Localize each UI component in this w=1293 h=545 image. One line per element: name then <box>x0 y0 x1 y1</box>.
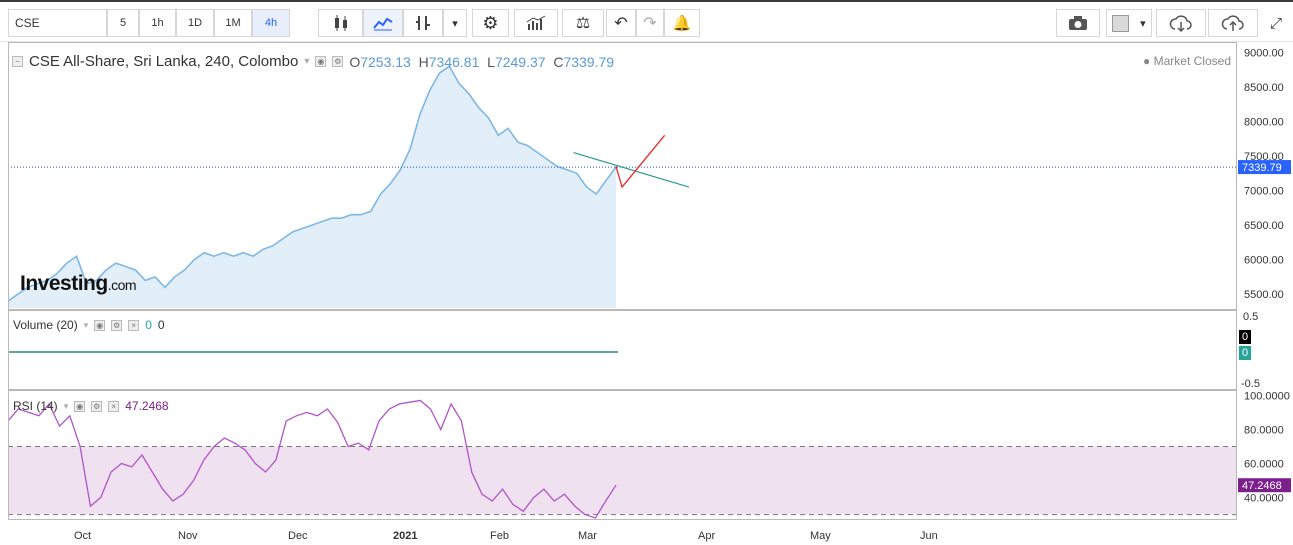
price-axis-label: 7000.00 <box>1244 186 1284 198</box>
volume-value-2: 0 <box>157 318 165 332</box>
volume-badge-b: 0 <box>1239 346 1252 360</box>
trendline-red <box>615 134 666 189</box>
close-icon[interactable]: × <box>128 319 140 331</box>
x-axis-label: Nov <box>178 530 198 542</box>
chevron-down-icon[interactable]: ▾ <box>304 56 309 67</box>
redo-icon[interactable]: ↷ <box>636 9 664 37</box>
x-axis-label: May <box>810 530 831 542</box>
undo-icon[interactable]: ↶ <box>606 9 636 37</box>
trendline-green <box>573 151 690 188</box>
cloud-upload-icon[interactable] <box>1208 9 1258 37</box>
bar-indicators-icon[interactable] <box>514 9 558 37</box>
price-axis-label: 6500.00 <box>1244 220 1284 232</box>
settings-icon[interactable]: ⚙ <box>472 9 509 37</box>
ohlc-values: O7253.13 H7346.81 L7249.37 C7339.79 <box>349 53 615 70</box>
visibility-icon[interactable]: ◉ <box>315 56 327 67</box>
x-axis-label: Oct <box>74 530 91 542</box>
volume-axis-label: -0.5 <box>1241 378 1260 390</box>
area-chart-icon[interactable] <box>363 9 403 37</box>
close-icon[interactable]: × <box>108 400 120 412</box>
chart-container[interactable]: 9000.00 8500.00 8000.00 7500.00 7000.00 6500.… <box>8 42 1293 545</box>
collapse-icon[interactable]: − <box>12 56 23 67</box>
volume-legend: Volume (20) ▾ ◉ ⚙ × 0 0 <box>13 318 165 332</box>
rsi-badge-text: 47.2468 <box>1242 480 1282 492</box>
rsi-axis-label: 80.0000 <box>1244 424 1284 436</box>
chart-canvas[interactable]: 9000.008500.008000.007500.007000.006500.… <box>8 42 1293 545</box>
price-axis-label: 9000.00 <box>1244 47 1284 59</box>
camera-icon[interactable] <box>1056 9 1100 37</box>
color-swatch-icon[interactable]: ▾ <box>1106 9 1152 37</box>
chevron-down-icon[interactable]: ▾ <box>84 320 89 331</box>
volume-badge-a: 0 <box>1239 330 1252 344</box>
volume-axis-label: 0.5 <box>1243 311 1259 323</box>
timeframe-4h-button[interactable]: 4h <box>252 9 290 37</box>
alert-icon[interactable]: 🔔 <box>664 9 700 37</box>
price-legend: − CSE All-Share, Sri Lanka, 240, Colombo… <box>12 53 614 70</box>
chevron-down-icon[interactable]: ▾ <box>64 401 69 412</box>
x-axis-label: 2021 <box>393 530 417 542</box>
rsi-legend: RSI (14) ▾ ◉ ⚙ × 47.2468 <box>13 399 169 413</box>
market-status: ● Market Closed <box>1143 54 1231 68</box>
visibility-icon[interactable]: ◉ <box>74 400 86 412</box>
volume-label: Volume (20) <box>13 318 78 332</box>
chart-title: CSE All-Share, Sri Lanka, 240, Colombo <box>29 53 299 70</box>
symbol-input[interactable]: CSE <box>8 9 107 37</box>
price-axis-label: 8000.00 <box>1244 116 1284 128</box>
timeframe-1m-button[interactable]: 1M <box>214 9 252 37</box>
volume-value-1: 0 <box>145 318 152 332</box>
cloud-download-icon[interactable] <box>1156 9 1206 37</box>
rsi-label: RSI (14) <box>13 399 58 413</box>
candles-icon[interactable] <box>318 9 363 37</box>
rsi-axis-label: 100.0000 <box>1244 390 1290 402</box>
chart-toolbar: CSE 5 1h 1D 1M 4h ▾ ⚙ ⚖ ↶ ↷ 🔔 ▾ ⤢ <box>0 0 1293 42</box>
x-axis-label: Apr <box>698 530 715 542</box>
price-axis-label: 6000.00 <box>1244 255 1284 267</box>
compare-icon[interactable]: ⚖ <box>562 9 604 37</box>
fullscreen-icon[interactable]: ⤢ <box>1262 9 1290 37</box>
visibility-icon[interactable]: ◉ <box>94 319 106 331</box>
rsi-axis-label: 40.0000 <box>1244 493 1284 505</box>
indicators-icon[interactable] <box>403 9 443 37</box>
x-axis-label: Dec <box>288 530 308 542</box>
timeframe-1d-button[interactable]: 1D <box>176 9 214 37</box>
x-axis-label: Jun <box>920 530 938 542</box>
x-axis-label: Mar <box>578 530 597 542</box>
investing-logo: Investing.com <box>20 272 137 295</box>
gear-icon[interactable]: ⚙ <box>332 56 344 67</box>
timeframe-1h-button[interactable]: 1h <box>139 9 176 37</box>
price-axis-label: 8500.00 <box>1244 82 1284 94</box>
gear-icon[interactable]: ⚙ <box>91 400 103 412</box>
gear-icon[interactable]: ⚙ <box>111 319 123 331</box>
rsi-band <box>8 446 1237 515</box>
x-axis-label: Feb <box>490 530 509 542</box>
rsi-value: 47.2468 <box>125 399 169 413</box>
timeframe-5-button[interactable]: 5 <box>107 9 139 37</box>
dropdown-icon[interactable]: ▾ <box>443 9 467 37</box>
price-axis-label: 5500.00 <box>1244 289 1284 301</box>
rsi-axis-label: 60.0000 <box>1244 459 1284 471</box>
last-price-badge-text: 7339.79 <box>1242 162 1282 174</box>
